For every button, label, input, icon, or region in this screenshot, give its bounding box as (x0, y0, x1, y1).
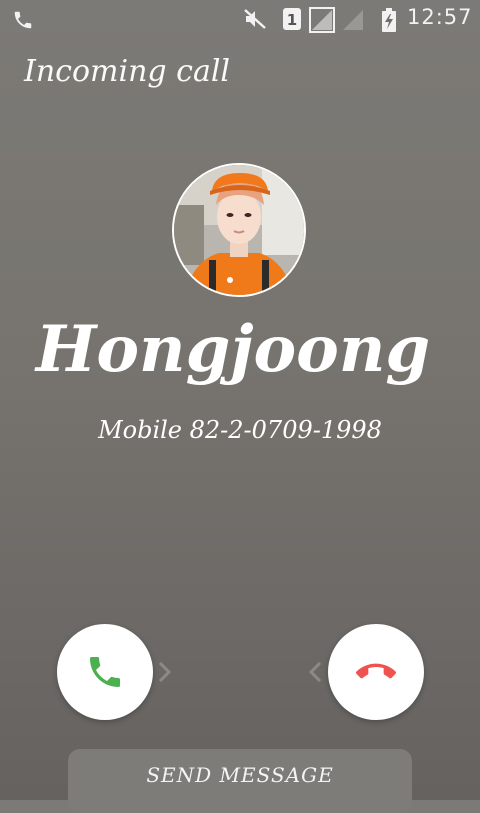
answer-button[interactable] (57, 624, 153, 720)
chevron-left-icon (308, 661, 322, 683)
phone-icon (14, 11, 32, 29)
caller-number: Mobile 82-2-0709-1998 (98, 416, 382, 444)
decline-button[interactable] (328, 624, 424, 720)
sim-icon: 1 (283, 8, 301, 30)
battery-charging-icon (382, 8, 396, 32)
send-message-button[interactable]: SEND MESSAGE (68, 749, 412, 813)
signal-icon (309, 7, 335, 33)
phone-hangup-icon (356, 663, 396, 679)
caller-avatar (172, 163, 306, 297)
mute-icon (244, 9, 266, 29)
call-status-title: Incoming call (24, 54, 231, 89)
status-bar: 1 12:57 (0, 0, 480, 38)
phone-icon (90, 657, 120, 687)
clock: 12:57 (407, 5, 473, 29)
signal-icon (343, 10, 363, 30)
send-message-label: SEND MESSAGE (146, 763, 334, 787)
caller-name: Hongjoong (35, 312, 431, 387)
chevron-right-icon (158, 661, 172, 683)
sim-slot-label: 1 (287, 11, 297, 29)
